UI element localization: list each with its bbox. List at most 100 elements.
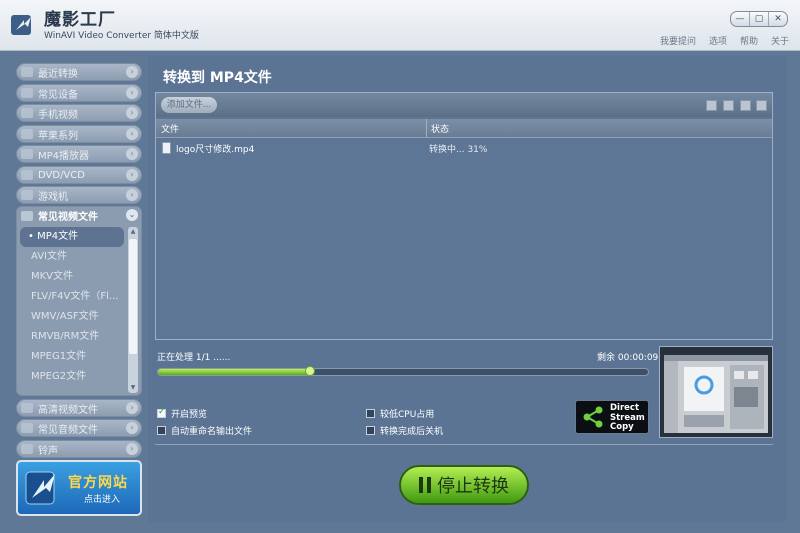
format-item-wmv[interactable]: WMV/ASF文件 (20, 307, 124, 327)
menu-ask-question[interactable]: 我要提问 (660, 34, 696, 47)
stop-convert-button[interactable]: 停止转换 (399, 465, 529, 505)
auto-rename-checkbox[interactable] (157, 426, 166, 435)
file-status: 转换中... 31% (429, 145, 488, 155)
category-label: 手机视频 (38, 109, 78, 121)
column-divider[interactable] (426, 119, 427, 137)
title-bar: 魔影工厂 WinAVI Video Converter 简体中文版 — ▢ ✕ … (0, 0, 800, 51)
file-list-header: 文件 状态 (156, 119, 772, 138)
category-label: 常见设备 (38, 89, 78, 101)
format-item-rmvb[interactable]: RMVB/RM文件 (20, 327, 124, 347)
low-cpu-checkbox[interactable] (366, 409, 375, 418)
remove-icon[interactable] (740, 100, 751, 111)
category-icon (21, 129, 33, 139)
progress-knob (304, 366, 315, 376)
file-toolbar: 添加文件... (156, 93, 772, 117)
format-list-scrollbar[interactable]: ▲ ▼ (128, 227, 138, 393)
official-site-subtitle: 点击进入 (84, 495, 121, 505)
app-name: 魔影工厂 (44, 10, 116, 30)
window-controls: — ▢ ✕ (730, 11, 788, 27)
column-status[interactable]: 状态 (431, 122, 449, 135)
chevron-right-icon: › (126, 402, 138, 414)
category-icon (21, 88, 33, 98)
minimize-button[interactable]: — (731, 12, 749, 26)
category-icon (21, 190, 33, 200)
menu-help[interactable]: 帮助 (740, 34, 758, 47)
category-apple[interactable]: 苹果系列 › (16, 125, 142, 143)
category-label: 游戏机 (38, 191, 68, 203)
category-icon (21, 210, 33, 221)
direct-stream-copy-button[interactable]: Direct Stream Copy (575, 400, 649, 434)
format-item-flv[interactable]: FLV/F4V文件（Fl... (20, 287, 124, 307)
preview-thumbnail (659, 346, 773, 438)
chevron-right-icon: › (126, 169, 138, 181)
category-icon (21, 67, 33, 77)
format-item-mp4[interactable]: • MP4文件 (20, 227, 124, 247)
scroll-up-icon[interactable]: ▲ (128, 227, 138, 237)
format-item-mpeg2[interactable]: MPEG2文件 (20, 367, 124, 387)
low-cpu-option[interactable]: 较低CPU占用 (366, 407, 434, 420)
processing-label: 正在处理 1/1 ...... (157, 353, 231, 363)
maximize-button[interactable]: ▢ (749, 12, 768, 26)
chevron-right-icon: › (126, 66, 138, 78)
move-up-icon[interactable] (706, 100, 717, 111)
menu-options[interactable]: 选项 (709, 34, 727, 47)
official-site-banner[interactable]: 官方网站 点击进入 (16, 460, 142, 516)
category-label: 常见音频文件 (38, 424, 98, 436)
menu-about[interactable]: 关于 (771, 34, 789, 47)
preview-option[interactable]: 开启预览 (157, 407, 207, 420)
shutdown-option[interactable]: 转换完成后关机 (366, 424, 443, 437)
chevron-right-icon: › (126, 422, 138, 434)
category-label: 高清视频文件 (38, 404, 98, 416)
close-button[interactable]: ✕ (768, 12, 787, 26)
format-item-mpeg1[interactable]: MPEG1文件 (20, 347, 124, 367)
official-site-title: 官方网站 (68, 475, 128, 491)
category-mp4-player[interactable]: MP4播放器 › (16, 145, 142, 163)
sidebar: 最近转换 › 常见设备 › 手机视频 › 苹果系列 › MP4播放器 › DVD/VCD ›… (16, 60, 144, 518)
remaining-time: 剩余 00:00:09 (597, 353, 659, 363)
category-label: DVD/VCD (38, 169, 85, 181)
category-icon (21, 149, 33, 159)
category-ringtone[interactable]: 铃声 › (16, 440, 142, 458)
preview-image (660, 347, 772, 437)
category-icon (21, 403, 33, 413)
category-recent[interactable]: 最近转换 › (16, 63, 142, 81)
category-mobile[interactable]: 手机视频 › (16, 104, 142, 122)
format-item-mkv[interactable]: MKV文件 (20, 267, 124, 287)
table-row[interactable]: logo尺寸修改.mp4 转换中... 31% (156, 138, 772, 158)
chevron-right-icon: › (126, 128, 138, 140)
stop-convert-label: 停止转换 (437, 476, 509, 497)
category-video-files[interactable]: 常见视频文件 ⌄ (17, 207, 141, 224)
direct-stream-copy-label: Direct Stream Copy (610, 403, 645, 432)
preview-checkbox[interactable] (157, 407, 166, 418)
pause-icon (419, 477, 431, 493)
low-cpu-option-label: 较低CPU占用 (380, 410, 435, 420)
chevron-down-icon: ⌄ (126, 209, 138, 221)
shutdown-checkbox[interactable] (366, 426, 375, 435)
category-label: 铃声 (38, 445, 58, 457)
category-dvd-vcd[interactable]: DVD/VCD › (16, 166, 142, 184)
file-icon (162, 142, 171, 154)
clear-list-icon[interactable] (756, 100, 767, 111)
app-logo-icon (25, 471, 55, 505)
format-item-avi[interactable]: AVI文件 (20, 247, 124, 267)
main-panel: 转换到 MP4文件 添加文件... 文件 状态 logo尺寸修改.mp4 转换中… (148, 56, 786, 522)
category-devices[interactable]: 常见设备 › (16, 84, 142, 102)
format-list: • MP4文件 AVI文件 MKV文件 FLV/F4V文件（Fl... WMV/… (20, 227, 124, 387)
column-file[interactable]: 文件 (161, 122, 179, 135)
chevron-right-icon: › (126, 189, 138, 201)
category-audio[interactable]: 常见音频文件 › (16, 419, 142, 437)
add-file-button[interactable]: 添加文件... (161, 97, 217, 113)
category-hd-video[interactable]: 高清视频文件 › (16, 399, 142, 417)
auto-rename-option[interactable]: 自动重命名输出文件 (157, 424, 252, 437)
category-label: 常见视频文件 (38, 212, 98, 223)
progress-fill (158, 369, 310, 375)
file-name: logo尺寸修改.mp4 (176, 145, 255, 155)
move-down-icon[interactable] (723, 100, 734, 111)
top-menu: 我要提问 选项 帮助 关于 (660, 34, 800, 47)
scroll-down-icon[interactable]: ▼ (128, 383, 138, 393)
page-title: 转换到 MP4文件 (163, 70, 272, 86)
scroll-thumb[interactable] (129, 239, 137, 354)
category-game-console[interactable]: 游戏机 › (16, 186, 142, 204)
app-window: 魔影工厂 WinAVI Video Converter 简体中文版 — ▢ ✕ … (0, 0, 800, 533)
chevron-right-icon: › (126, 443, 138, 455)
